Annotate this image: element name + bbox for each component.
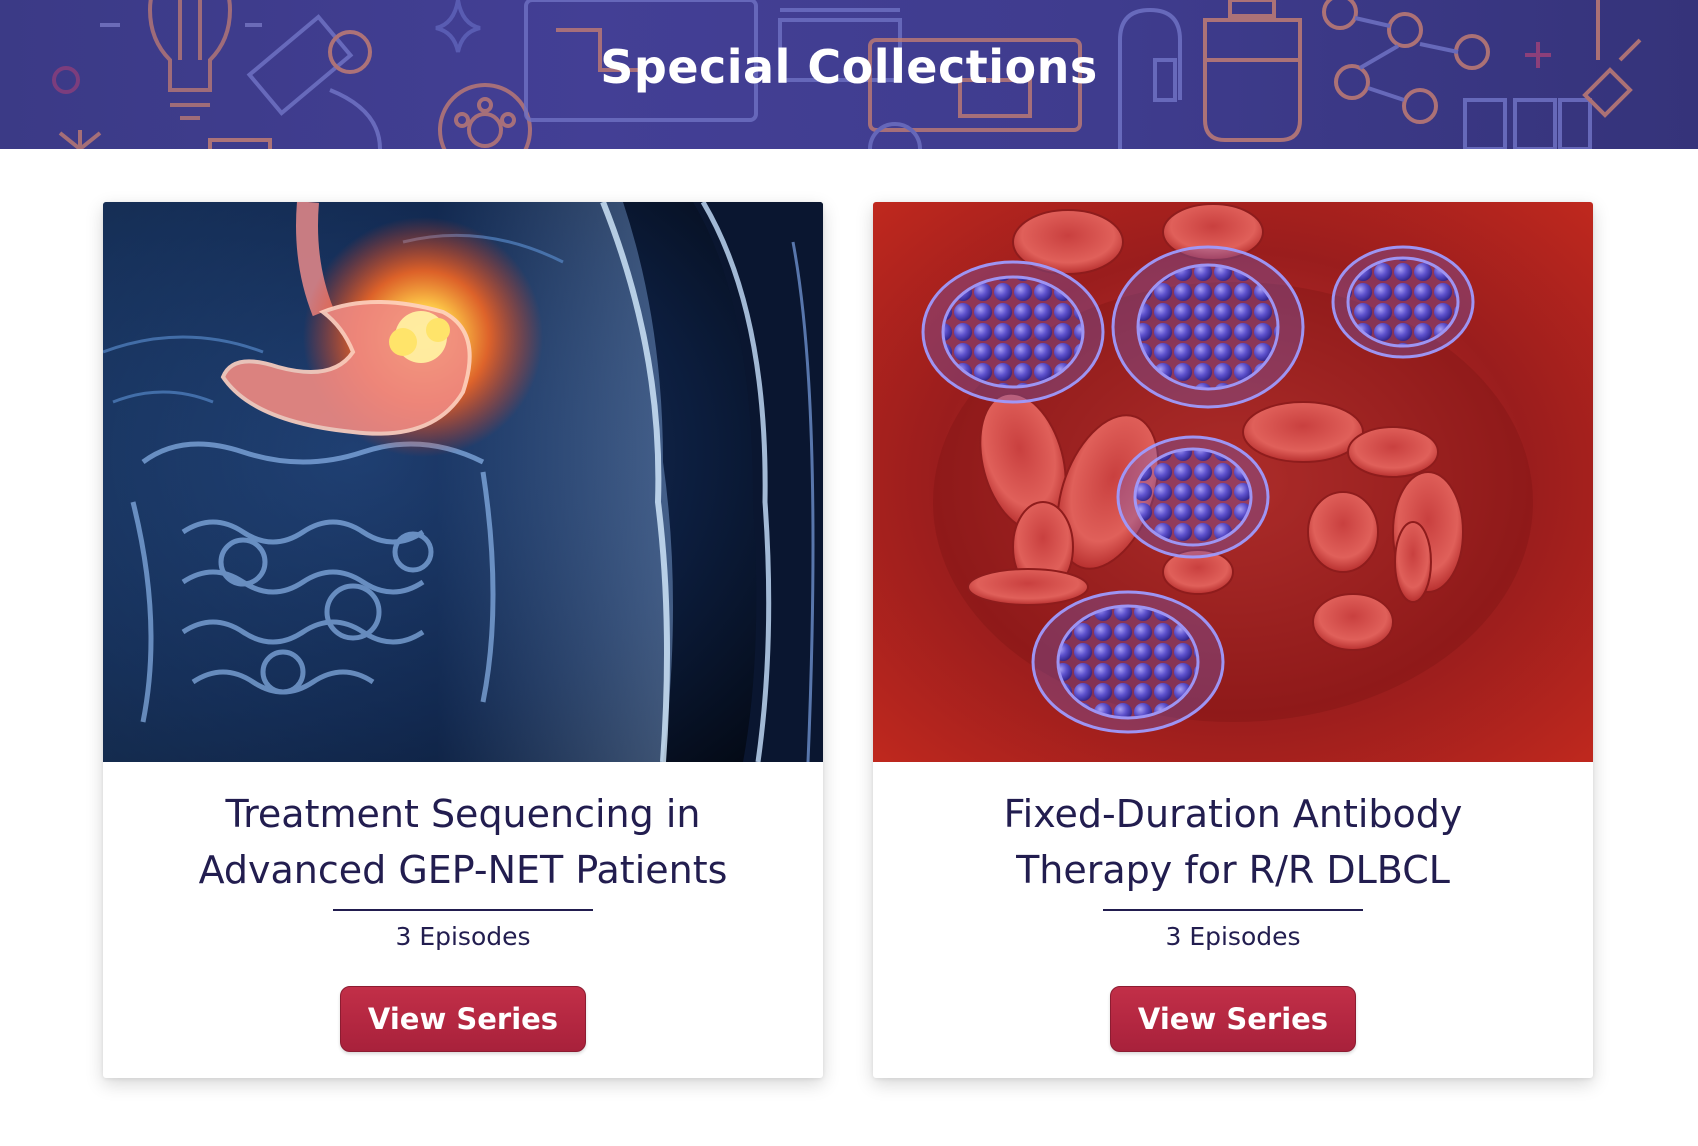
- episode-count: 3 Episodes: [395, 922, 531, 951]
- card-title-line-1[interactable]: Treatment Sequencing in: [226, 792, 701, 836]
- card-title-line-1[interactable]: Fixed-Duration Antibody: [1004, 792, 1463, 836]
- collection-card-gep-net: Treatment Sequencing in Advanced GEP-NET…: [103, 202, 823, 1078]
- episode-count: 3 Episodes: [1165, 922, 1301, 951]
- card-title[interactable]: Treatment Sequencing in Advanced GEP-NET…: [123, 786, 803, 898]
- view-series-button[interactable]: View Series: [340, 986, 586, 1052]
- title-divider: [1103, 909, 1363, 911]
- view-series-button[interactable]: View Series: [1110, 986, 1356, 1052]
- header-banner: Special Collections: [0, 0, 1698, 149]
- card-title[interactable]: Fixed-Duration Antibody Therapy for R/R …: [893, 786, 1573, 898]
- blood-vessel-cells-illustration: [873, 202, 1593, 762]
- card-title-line-2[interactable]: Advanced GEP-NET Patients: [199, 848, 728, 892]
- page-title: Special Collections: [600, 40, 1098, 94]
- abdominal-xray-illustration: [103, 202, 823, 762]
- card-title-line-2[interactable]: Therapy for R/R DLBCL: [1016, 848, 1450, 892]
- title-divider: [333, 909, 593, 911]
- collection-card-dlbcl: Fixed-Duration Antibody Therapy for R/R …: [873, 202, 1593, 1078]
- card-image-blood-cells[interactable]: [873, 202, 1593, 762]
- card-image-abdomen[interactable]: [103, 202, 823, 762]
